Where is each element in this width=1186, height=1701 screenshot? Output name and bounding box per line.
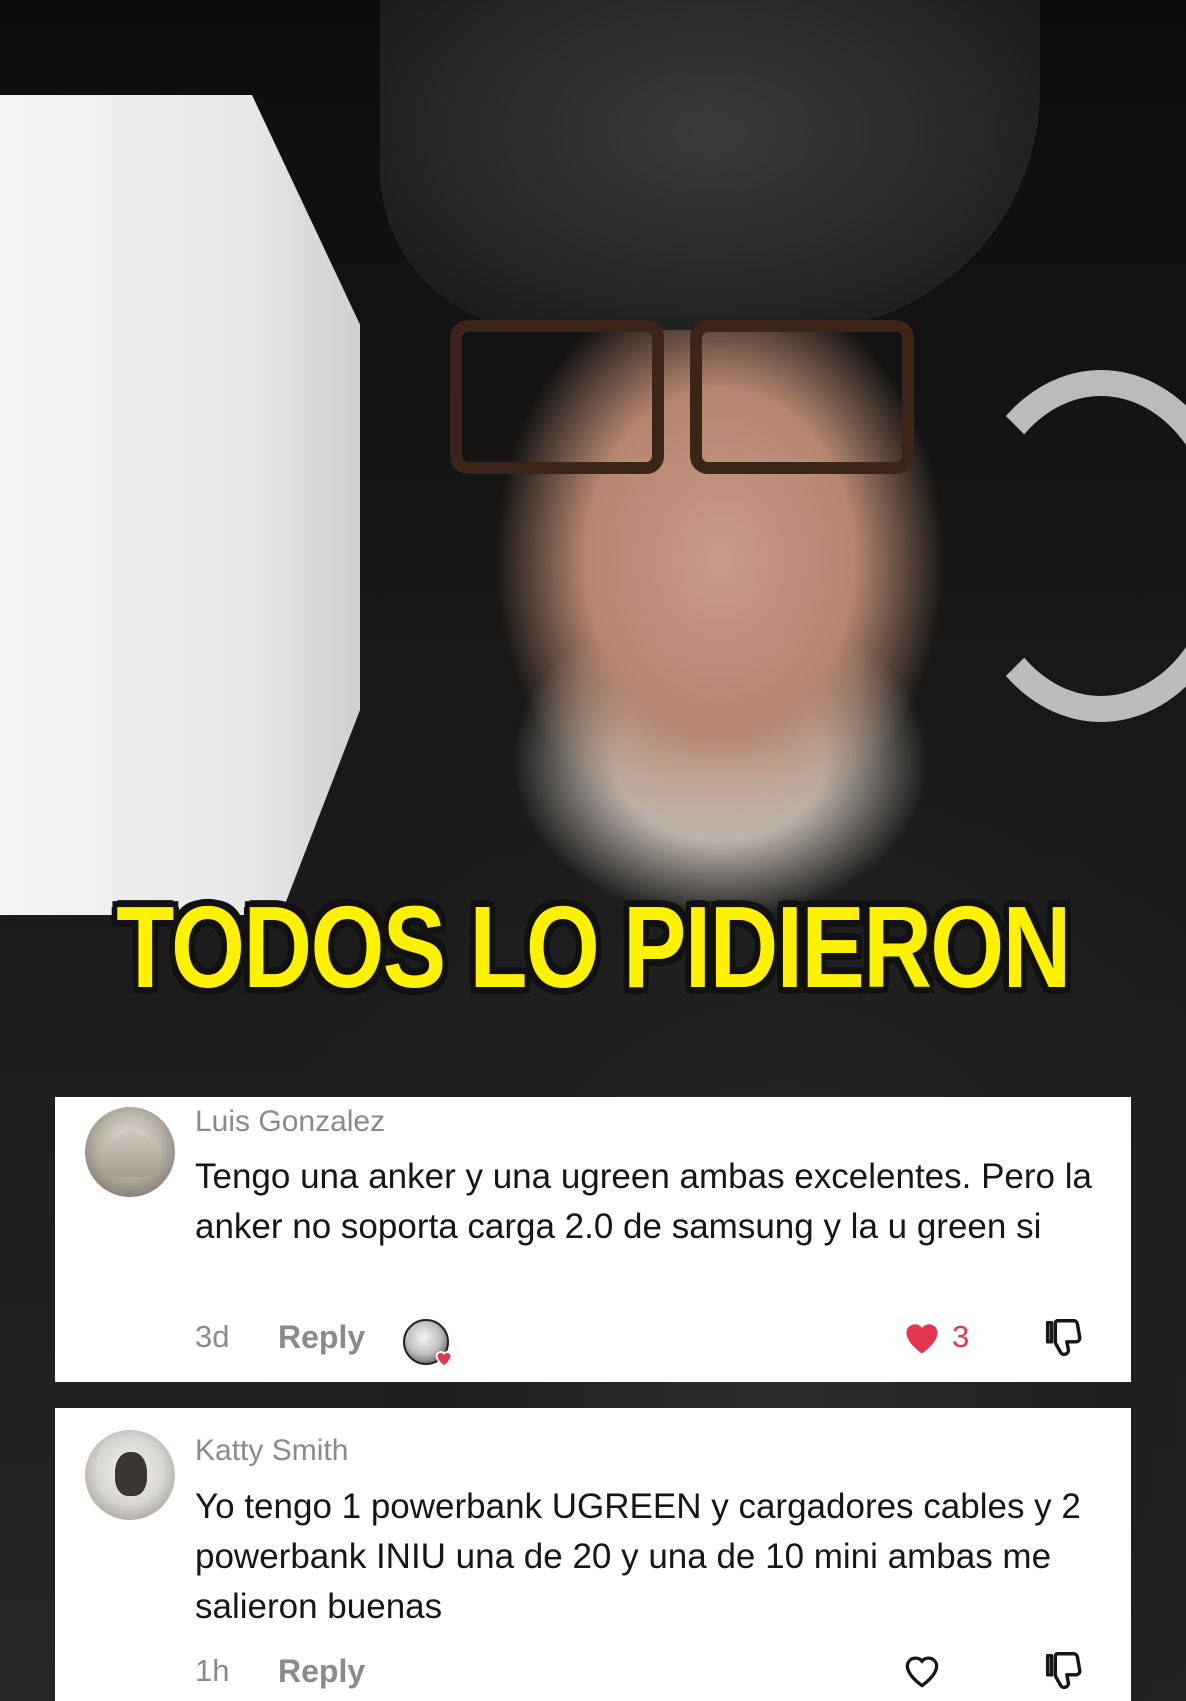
like-button[interactable] — [900, 1648, 944, 1697]
baseball-cap — [380, 0, 1040, 330]
softbox-light — [0, 95, 360, 915]
comment-time: 1h — [195, 1653, 230, 1688]
comment-time: 3d — [195, 1319, 230, 1354]
creator-heart-badge-icon — [403, 1319, 453, 1368]
glasses — [450, 320, 920, 474]
avatar[interactable] — [85, 1430, 175, 1520]
thumbs-down-icon[interactable] — [1040, 1315, 1086, 1361]
like-button[interactable]: 3 — [900, 1315, 969, 1364]
comment-text: Tengo una anker y una ugreen ambas excel… — [195, 1157, 1092, 1246]
heart-icon[interactable] — [900, 1648, 944, 1692]
comment-card: Luis Gonzalez Tengo una anker y una ugre… — [55, 1097, 1131, 1382]
video-headline: TODOS LO PIDIERON — [116, 882, 1071, 1012]
thumbs-down-icon[interactable] — [1040, 1648, 1086, 1694]
comment-username[interactable]: Katty Smith — [195, 1434, 348, 1468]
comment-username[interactable]: Luis Gonzalez — [195, 1105, 385, 1139]
comment-card: Katty Smith Yo tengo 1 powerbank UGREEN … — [55, 1408, 1131, 1701]
heart-icon[interactable] — [900, 1315, 944, 1359]
like-count: 3 — [952, 1319, 970, 1354]
reply-button[interactable]: Reply — [278, 1653, 365, 1690]
avatar[interactable] — [85, 1107, 175, 1197]
reply-button[interactable]: Reply — [278, 1319, 365, 1356]
ring-light — [960, 370, 1186, 722]
comment-text: Yo tengo 1 powerbank UGREEN y cargadores… — [195, 1487, 1081, 1626]
